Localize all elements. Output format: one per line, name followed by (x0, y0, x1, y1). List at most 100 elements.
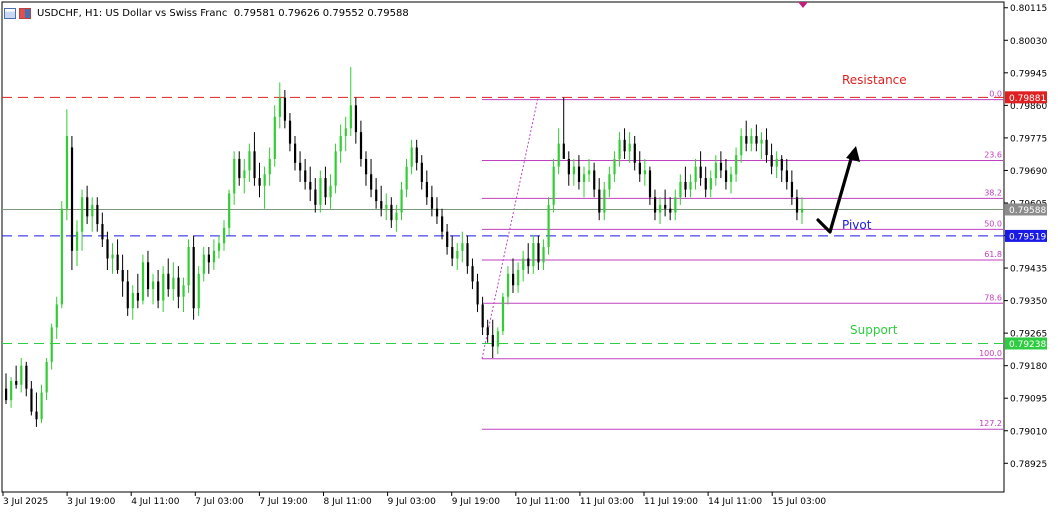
candle-body (471, 266, 474, 282)
candle-body (567, 158, 570, 175)
candle-body (55, 304, 58, 328)
candle-body (152, 281, 155, 290)
candle-body (268, 158, 271, 175)
candle-body (10, 380, 13, 401)
chart-window[interactable]: 0.80115 0.80030 0.79945 0.79860 0.79775 0.796… (0, 0, 1058, 513)
candle-body (598, 189, 601, 213)
y-axis-tick-label: 0.79350 (1010, 297, 1047, 307)
y-axis-tick-label: 0.80115 (1010, 4, 1047, 14)
candle-body (618, 139, 621, 159)
candle-body (278, 97, 281, 117)
candle-body (486, 327, 489, 336)
candle-body (207, 254, 211, 263)
candle-body (106, 239, 109, 259)
symbol-description: US Dollar vs Swiss Franc (105, 7, 228, 19)
x-axis-tick-label: 10 Jul 11:00 (516, 497, 570, 507)
candle-body (299, 162, 302, 171)
candle-body (801, 208, 804, 213)
candle-body (714, 162, 718, 179)
fib-level-label: 100.0 (979, 349, 1002, 358)
candle-body (212, 250, 216, 263)
candle-body (562, 143, 565, 159)
candle-body (770, 155, 773, 167)
x-axis-tick-label: 15 Jul 03:00 (772, 497, 826, 507)
candle-body (344, 128, 347, 136)
candle-body (775, 158, 778, 167)
symbol-timeframe: USDCHF, H1: (37, 7, 103, 19)
candle-body (65, 135, 69, 209)
candle-body (319, 178, 322, 205)
candle-body (30, 388, 33, 412)
candle-body (517, 269, 520, 286)
candle-body (476, 281, 479, 305)
candle-body (689, 181, 692, 190)
price-chart[interactable]: 0.801150.800300.799450.798600.797750.796… (0, 0, 1058, 513)
candle-body (552, 166, 555, 205)
candle-body (527, 258, 530, 267)
candle-body (354, 105, 358, 133)
candle-body (730, 174, 733, 182)
candle-body (253, 151, 256, 179)
candle-body (466, 243, 469, 267)
candle-body (197, 273, 200, 309)
x-axis-tick-label: 11 Jul 03:00 (580, 497, 634, 507)
candle-body (228, 193, 231, 228)
chart-header: USDCHF, H1: US Dollar vs Swiss Franc 0.7… (4, 4, 409, 22)
candle-body (638, 162, 641, 175)
candle-body (339, 135, 342, 152)
candle-body (451, 247, 454, 259)
candle-body (25, 365, 28, 389)
candle-body (405, 166, 408, 190)
x-axis-tick-label: 9 Jul 19:00 (452, 497, 501, 507)
candle-body (182, 285, 185, 297)
candle-body (293, 143, 297, 163)
candle-body (35, 411, 38, 420)
candle-body (653, 197, 657, 213)
y-axis-tick-label: 0.79775 (1010, 134, 1047, 144)
y-axis-tick-label: 0.79945 (1010, 69, 1047, 79)
candle-body (304, 170, 307, 182)
candle-body (410, 147, 413, 167)
x-axis-tick-label: 3 Jul 19:00 (67, 497, 116, 507)
fib-level-label: 127.2 (979, 419, 1002, 428)
candle-body (740, 135, 743, 156)
pivot-price-tag-text: 0.79519 (1009, 232, 1046, 242)
x-axis-tick-label: 3 Jul 2025 (3, 497, 48, 507)
candle-body (659, 204, 662, 213)
candle-body (81, 197, 84, 232)
candle-body (223, 227, 226, 244)
candle-body (5, 388, 8, 401)
candle-body (420, 162, 423, 182)
candle-body (334, 151, 337, 186)
candle-body (491, 335, 494, 347)
candle-body (238, 158, 241, 179)
candle-body (719, 162, 723, 171)
candle-body (537, 243, 540, 263)
candle-body (91, 204, 94, 217)
candle-body (258, 178, 261, 186)
candle-body (288, 120, 292, 144)
candle-body (684, 181, 687, 190)
candle-body (694, 166, 697, 182)
candle-body (572, 166, 576, 175)
candle-body (679, 181, 682, 198)
resistance-price-tag-text: 0.79881 (1009, 94, 1046, 104)
candle-body (750, 135, 753, 144)
candle-body (86, 197, 89, 217)
candle-body (785, 170, 788, 182)
candle-body (669, 208, 672, 213)
candle-body (496, 331, 499, 347)
symbol-icon (19, 7, 31, 19)
candle-body (375, 189, 378, 202)
candle-body (522, 258, 525, 270)
candle-body (664, 204, 667, 209)
candle-body (724, 170, 728, 182)
candle-body (233, 158, 236, 194)
candle-body (116, 254, 119, 270)
candle-body (446, 231, 449, 247)
candle-body (131, 292, 134, 309)
candle-body (542, 247, 545, 263)
candle-body (364, 158, 368, 175)
candle-body (349, 105, 352, 129)
candle-body (780, 158, 783, 171)
